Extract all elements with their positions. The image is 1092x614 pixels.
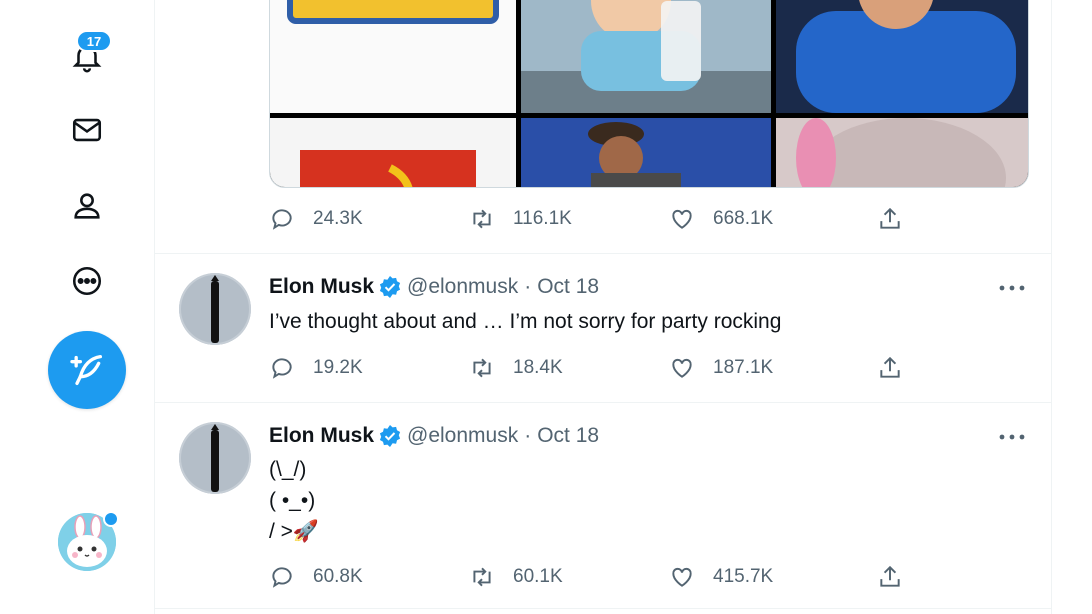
- reply-count: 60.8K: [313, 566, 363, 587]
- media-tile-man-shirt: [776, 0, 1028, 113]
- tweet-actions: 24.3K 116.1K 668.1K: [269, 206, 929, 236]
- tweet-header: Elon Musk @elonmusk · Oct 18: [269, 275, 599, 299]
- share-icon: [880, 565, 900, 587]
- reply-icon: [272, 358, 292, 379]
- tweet-timestamp[interactable]: Oct 18: [537, 424, 599, 448]
- divider: [155, 253, 1051, 254]
- avatar[interactable]: [179, 273, 251, 345]
- tweet-text-line: ( •_•): [269, 489, 316, 512]
- retweet-icon: [473, 358, 491, 378]
- tweet-text-line: (\_/): [269, 458, 307, 481]
- separator-dot: ·: [524, 424, 532, 447]
- like-button[interactable]: 668.1K: [669, 206, 773, 232]
- like-count: 187.1K: [713, 357, 774, 378]
- notifications-badge: 17: [76, 30, 112, 52]
- retweet-count: 116.1K: [513, 208, 572, 229]
- share-button[interactable]: [877, 564, 921, 590]
- like-button[interactable]: 415.7K: [669, 564, 773, 590]
- media-tile-child-milk: [521, 0, 771, 113]
- share-icon: [880, 207, 900, 229]
- more-options-icon[interactable]: [997, 427, 1027, 447]
- retweet-count: 60.1K: [513, 566, 563, 587]
- more-options-icon[interactable]: [997, 278, 1027, 298]
- compose-tweet-button[interactable]: [48, 331, 126, 409]
- reply-icon: [272, 209, 292, 230]
- media-tile-logo: [270, 0, 516, 113]
- left-nav: 17: [0, 0, 155, 614]
- verified-badge-icon: [379, 425, 401, 447]
- verified-badge-icon: [379, 276, 401, 298]
- like-button[interactable]: 187.1K: [669, 355, 773, 381]
- retweet-count: 18.4K: [513, 357, 563, 378]
- avatar[interactable]: [179, 422, 251, 494]
- retweet-icon: [473, 209, 491, 229]
- reply-count: 19.2K: [313, 357, 363, 378]
- share-button[interactable]: [877, 355, 921, 381]
- tweet-text-line: / >🚀: [269, 520, 320, 543]
- share-icon: [880, 356, 900, 378]
- reply-button[interactable]: 60.8K: [269, 564, 363, 590]
- tweet-header: Elon Musk @elonmusk · Oct 18: [269, 424, 599, 448]
- author-handle[interactable]: @elonmusk: [407, 424, 518, 448]
- separator-dot: ·: [524, 275, 532, 298]
- like-count: 415.7K: [713, 566, 774, 587]
- heart-icon: [672, 567, 692, 587]
- reply-button[interactable]: 24.3K: [269, 206, 363, 232]
- tweet-timestamp[interactable]: Oct 18: [537, 275, 599, 299]
- media-tile-man-hat: [521, 118, 771, 187]
- tweet-actions: 60.8K 60.1K 415.7K: [269, 564, 929, 594]
- profile-notification-dot: [103, 511, 119, 527]
- share-button[interactable]: [877, 206, 921, 232]
- reply-icon: [272, 567, 292, 588]
- tweet-text: I’ve thought about and … I’m not sorry f…: [269, 310, 782, 333]
- retweet-button[interactable]: 60.1K: [469, 564, 563, 590]
- retweet-icon: [473, 567, 491, 587]
- like-count: 668.1K: [713, 208, 774, 229]
- media-tile-red-flag: [270, 118, 516, 187]
- more-circle-icon[interactable]: [68, 262, 106, 300]
- tweet-actions: 19.2K 18.4K 187.1K: [269, 355, 929, 385]
- person-icon[interactable]: [68, 187, 106, 225]
- author-handle[interactable]: @elonmusk: [407, 275, 518, 299]
- author-name[interactable]: Elon Musk: [269, 275, 374, 299]
- reply-count: 24.3K: [313, 208, 363, 229]
- media-tile-face: [776, 118, 1028, 187]
- author-name[interactable]: Elon Musk: [269, 424, 374, 448]
- heart-icon: [672, 209, 692, 229]
- compose-feather-icon: [70, 355, 103, 385]
- reply-button[interactable]: 19.2K: [269, 355, 363, 381]
- divider: [155, 402, 1051, 403]
- retweet-button[interactable]: 116.1K: [469, 206, 572, 232]
- tweet-media-grid[interactable]: [269, 0, 1029, 188]
- retweet-button[interactable]: 18.4K: [469, 355, 563, 381]
- heart-icon: [672, 358, 692, 378]
- timeline: 24.3K 116.1K 668.1K Elon Musk @elonmusk …: [155, 0, 1052, 614]
- divider: [155, 608, 1051, 609]
- mail-icon[interactable]: [68, 111, 106, 149]
